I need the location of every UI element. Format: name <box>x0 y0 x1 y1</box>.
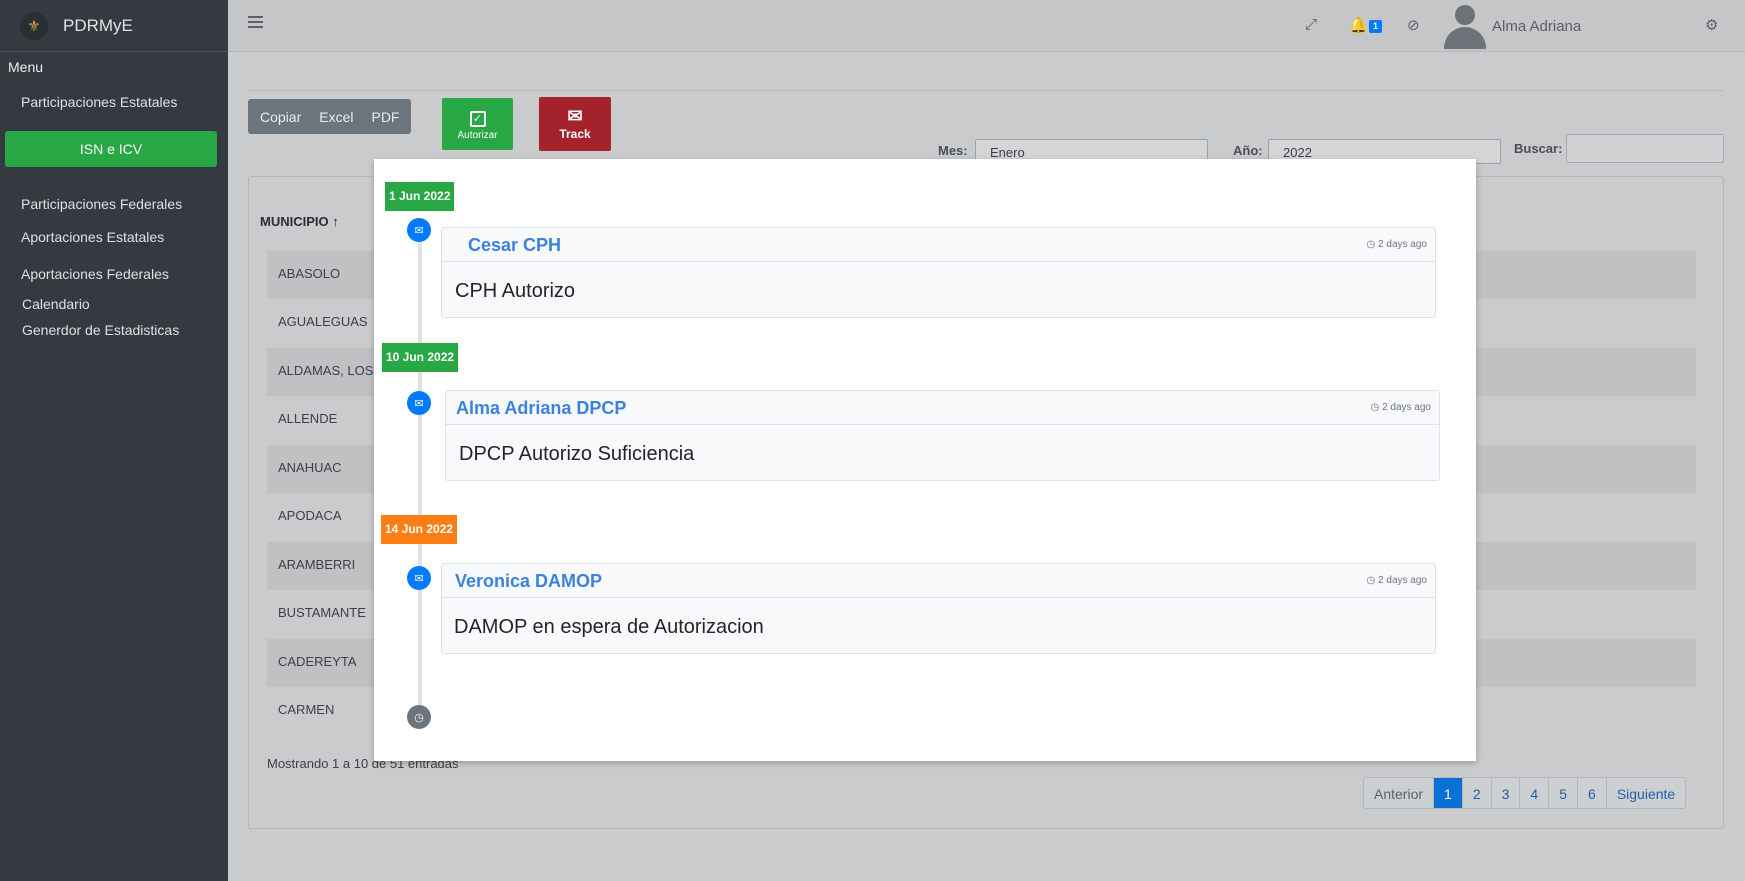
export-button-group: Copiar Excel PDF <box>248 99 412 134</box>
sidebar-item-calendario[interactable]: Calendario <box>22 296 90 312</box>
envelope-icon: ✉ <box>407 391 431 415</box>
timeline-line <box>418 219 422 719</box>
timeline-author[interactable]: Veronica DAMOP <box>455 571 602 592</box>
brand[interactable]: ⚜ PDRMyE <box>0 0 228 52</box>
timeline-item: Veronica DAMOP ◷ 2 days ago DAMOP en esp… <box>441 563 1436 654</box>
search-input[interactable] <box>1566 134 1724 163</box>
sidebar-item-participaciones-estatales[interactable]: Participaciones Estatales <box>21 94 177 110</box>
user-avatar-icon[interactable] <box>1442 3 1488 49</box>
fullscreen-icon[interactable]: ⤢ <box>1305 16 1317 33</box>
year-label: Año: <box>1233 143 1263 158</box>
timeline-item: Cesar CPH ◷ 2 days ago CPH Autorizo <box>441 227 1436 318</box>
pagination-next[interactable]: Siguiente <box>1607 778 1685 808</box>
sidebar-item-isn-icv[interactable]: ISN e ICV <box>5 131 217 167</box>
month-label: Mes: <box>938 143 968 158</box>
envelope-icon: ✉ <box>407 218 431 242</box>
pagination-page-1[interactable]: 1 <box>1434 778 1463 808</box>
timeline-date-tag: 14 Jun 2022 <box>381 515 458 544</box>
copy-button[interactable]: Copiar <box>260 109 301 125</box>
pagination: Anterior 1 2 3 4 5 6 Siguiente <box>1363 777 1687 809</box>
notification-badge: 1 <box>1369 20 1382 33</box>
track-button[interactable]: ✉ Track <box>539 97 611 151</box>
menu-heading: Menu <box>8 59 44 75</box>
content-divider <box>248 90 1724 91</box>
excel-button[interactable]: Excel <box>319 109 353 125</box>
timeline-date-tag: 1 Jun 2022 <box>385 182 455 211</box>
settings-icon[interactable]: ⚙ <box>1705 16 1718 34</box>
clock-icon: ◷ <box>407 705 431 729</box>
timeline-author[interactable]: Alma Adriana DPCP <box>456 398 626 419</box>
pagination-page-3[interactable]: 3 <box>1492 778 1521 808</box>
user-name[interactable]: Alma Adriana <box>1492 18 1581 35</box>
timeline-date-tag: 10 Jun 2022 <box>382 343 459 372</box>
sidebar-item-aportaciones-estatales[interactable]: Aportaciones Estatales <box>21 229 164 245</box>
timeline-time: ◷ 2 days ago <box>1366 575 1427 586</box>
timeline-item: Alma Adriana DPCP ◷ 2 days ago DPCP Auto… <box>445 390 1440 481</box>
menu-icon[interactable] <box>248 16 263 28</box>
top-navbar: ⤢ 🔔 1 ⊘ Alma Adriana ⚙ <box>228 0 1745 52</box>
sidebar-item-participaciones-federales[interactable]: Participaciones Federales <box>21 196 182 212</box>
brand-logo-icon: ⚜ <box>20 11 48 40</box>
envelope-icon: ✉ <box>407 566 431 590</box>
sidebar-item-aportaciones-federales[interactable]: Aportaciones Federales <box>21 266 169 282</box>
timeline-author[interactable]: Cesar CPH <box>468 235 561 256</box>
authorize-label: Autorizar <box>457 130 498 141</box>
track-label: Track <box>559 127 591 141</box>
timeline-message: DPCP Autorizo Suficiencia <box>459 443 695 465</box>
pdf-button[interactable]: PDF <box>371 109 399 125</box>
ban-icon[interactable]: ⊘ <box>1407 16 1420 34</box>
timeline-time: ◷ 2 days ago <box>1366 239 1427 250</box>
pagination-page-6[interactable]: 6 <box>1578 778 1607 808</box>
timeline-message: CPH Autorizo <box>455 280 576 302</box>
pagination-page-5[interactable]: 5 <box>1549 778 1579 808</box>
search-label: Buscar: <box>1514 141 1563 156</box>
pagination-page-2[interactable]: 2 <box>1463 778 1492 808</box>
envelope-icon: ✉ <box>567 106 583 126</box>
timeline-message: DAMOP en espera de Autorizacion <box>454 616 764 638</box>
track-modal: 1 Jun 2022 ✉ Cesar CPH ◷ 2 days ago CPH … <box>374 159 1476 761</box>
column-header-municipio[interactable]: MUNICIPIO ↑ <box>260 214 339 229</box>
pagination-page-4[interactable]: 4 <box>1520 778 1550 808</box>
sidebar-item-estadisticas[interactable]: Generdor de Estadisticas <box>22 322 179 338</box>
sidebar: ⚜ PDRMyE Menu Participaciones Estatales … <box>0 0 228 881</box>
pagination-previous[interactable]: Anterior <box>1364 778 1435 808</box>
check-icon: ✓ <box>469 111 486 127</box>
brand-name: PDRMyE <box>63 15 133 35</box>
timeline-time: ◷ 2 days ago <box>1370 402 1431 413</box>
bell-icon[interactable]: 🔔 <box>1349 16 1368 34</box>
authorize-button[interactable]: ✓ Autorizar <box>442 98 513 150</box>
